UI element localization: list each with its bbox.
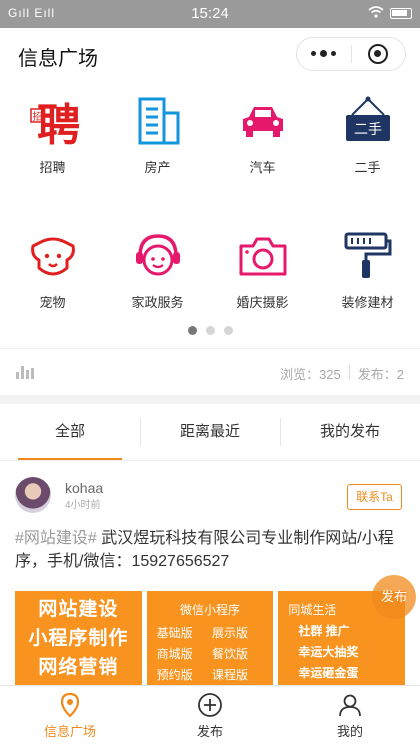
image-text: 商城版	[156, 647, 193, 661]
tabbar-label: 信息广场	[43, 724, 96, 739]
category-wedding-photo[interactable]: 婚庆摄影	[210, 230, 315, 311]
category-recruit[interactable]: 招 聘 招聘	[0, 95, 105, 176]
tabbar-info-square[interactable]: 信息广场	[0, 686, 140, 747]
tabbar-label: 我的	[336, 724, 363, 739]
post-images: 网站建设 小程序制作 网络营销 微信小程序 基础版 展示版 商城版 餐饮版 预约…	[15, 591, 406, 685]
tab-nearest[interactable]: 距离最近	[140, 404, 280, 460]
image-text: 幸运砸金蛋	[298, 666, 359, 680]
post-card[interactable]: kohaa 4小时前 联系Ta #网站建设# 武汉煜玩科技有限公司专业制作网站/…	[0, 461, 420, 685]
stats-text: 浏览：325 发布：2	[280, 364, 404, 383]
navigation-bar: 信息广场	[0, 28, 420, 80]
image-text: 餐饮版	[212, 647, 249, 661]
category-label: 婚庆摄影	[236, 295, 289, 310]
image-text: 基础版	[156, 626, 193, 640]
status-icons	[368, 6, 412, 21]
image-text: 课程版	[212, 668, 249, 682]
category-housekeeping[interactable]: 家政服务	[105, 230, 210, 311]
page-dot[interactable]	[223, 326, 233, 335]
category-label: 招聘	[39, 160, 66, 175]
housekeeping-icon	[135, 234, 180, 276]
post-time: 4小时前	[65, 500, 101, 511]
image-text: 网络营销	[38, 657, 119, 678]
plus-circle-icon	[198, 693, 222, 717]
category-label: 二手	[354, 160, 381, 175]
post-content: #网站建设# 武汉煜玩科技有限公司专业制作网站/小程序，手机/微信：159276…	[15, 527, 405, 573]
image-text: 小程序制作	[28, 628, 129, 649]
category-pets[interactable]: 宠物	[0, 230, 105, 311]
tab-my-posts[interactable]: 我的发布	[280, 404, 420, 460]
category-car[interactable]: 汽车	[210, 95, 315, 176]
battery-icon	[390, 8, 412, 19]
category-label: 装修建材	[341, 295, 394, 310]
dog-icon	[30, 237, 75, 276]
svg-text:聘: 聘	[37, 100, 79, 147]
recruit-icon: 招 聘	[29, 100, 79, 147]
publish-fab-button[interactable]: 发布	[372, 575, 416, 619]
tab-all[interactable]: 全部	[0, 404, 140, 460]
close-target-icon	[368, 44, 389, 64]
building-icon	[138, 97, 179, 145]
filter-tabs: 全部 距离最近 我的发布	[0, 404, 420, 461]
image-text: 网站建设	[38, 599, 119, 620]
category-label: 家政服务	[131, 295, 184, 310]
views-count: 浏览：325	[280, 367, 341, 382]
tabbar-publish[interactable]: 发布	[140, 686, 280, 747]
bar-chart-icon	[16, 366, 34, 379]
paint-roller-icon	[344, 232, 391, 278]
image-text: 微信小程序	[180, 603, 241, 617]
secondhand-sign-icon: 二手	[345, 96, 390, 141]
image-text: 幸运大抽奖	[298, 645, 359, 659]
bottom-tab-bar: 信息广场 发布 我的	[0, 685, 420, 747]
contact-button[interactable]: 联系Ta	[347, 484, 402, 510]
post-image[interactable]: 网站建设 小程序制作 网络营销	[15, 591, 142, 685]
post-image[interactable]: 微信小程序 基础版 展示版 商城版 餐饮版 预约版 课程版	[146, 591, 274, 685]
category-housing[interactable]: 房产	[105, 95, 210, 176]
svg-text:二手: 二手	[354, 122, 382, 138]
post-username: kohaa	[65, 480, 104, 496]
camera-icon	[239, 237, 286, 276]
category-decoration[interactable]: 装修建材	[315, 230, 420, 311]
avatar[interactable]	[15, 477, 51, 513]
stats-divider	[348, 365, 350, 379]
category-label: 汽车	[249, 160, 276, 175]
location-pin-icon	[60, 692, 80, 718]
stats-bar: 浏览：325 发布：2	[0, 349, 420, 395]
category-label: 宠物	[39, 295, 66, 310]
page-indicator	[0, 326, 420, 335]
miniprogram-capsule	[296, 37, 406, 71]
user-icon	[339, 694, 361, 717]
category-grid: 招 聘 招聘 房产 汽车 二手 二手 宠物 家政服务 婚庆摄影 装修建材	[0, 80, 420, 348]
tabbar-mine[interactable]: 我的	[280, 686, 420, 747]
page-dot[interactable]	[187, 326, 197, 335]
close-miniprogram-button[interactable]	[352, 38, 406, 70]
category-secondhand[interactable]: 二手 二手	[315, 95, 420, 176]
posts-count: 发布：2	[357, 367, 404, 382]
image-text: 社群 推广	[298, 624, 350, 638]
post-tag[interactable]: #网站建设#	[15, 530, 97, 547]
status-bar: Gıll Eıll 15:24	[0, 0, 420, 28]
category-label: 房产	[144, 160, 171, 175]
image-text: 展示版	[212, 626, 249, 640]
page-title: 信息广场	[18, 48, 98, 70]
tabbar-label: 发布	[196, 724, 223, 739]
car-icon	[242, 107, 283, 137]
status-time: 15:24	[191, 5, 229, 22]
page-dot[interactable]	[205, 326, 215, 335]
more-dots-icon	[311, 50, 337, 57]
image-text: 预约版	[156, 668, 193, 682]
more-menu-button[interactable]	[297, 38, 351, 70]
wifi-icon	[368, 6, 384, 21]
